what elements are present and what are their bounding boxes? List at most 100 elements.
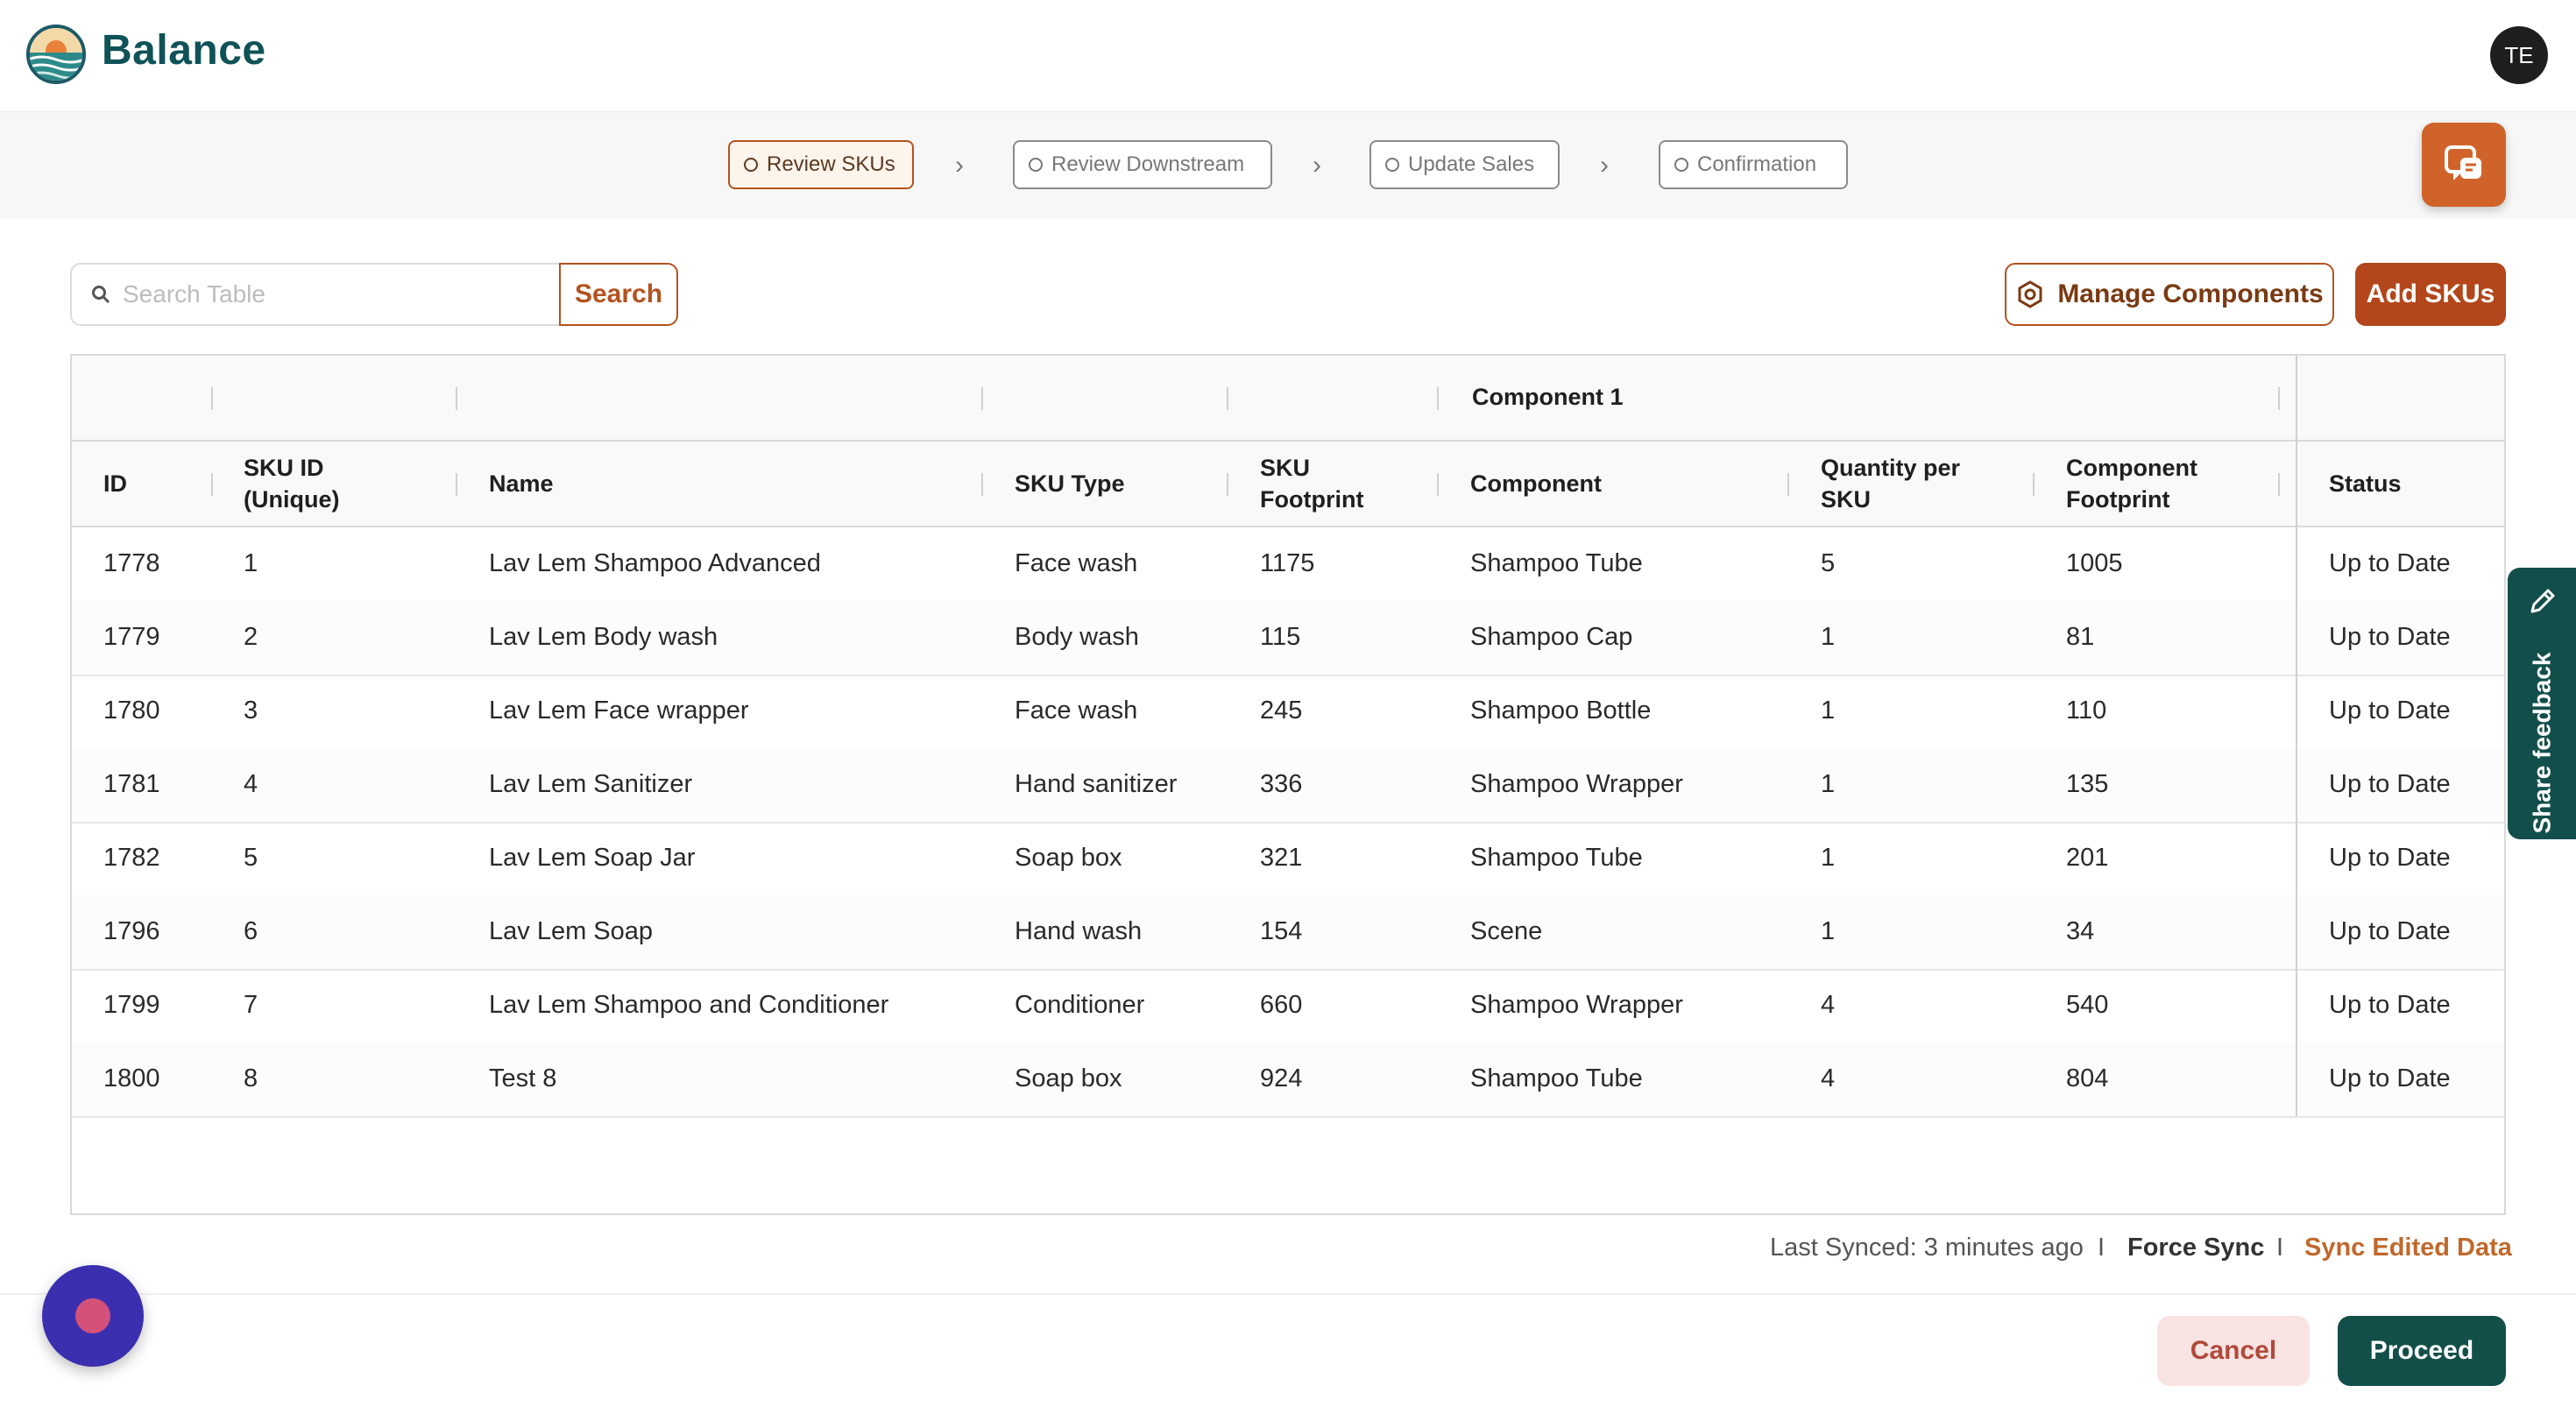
table-row[interactable]: 1799 7 Lav Lem Shampoo and Conditioner Cond… bbox=[72, 969, 2504, 1044]
chat-bubble-icon bbox=[2445, 145, 2481, 180]
cell-component: Shampoo Wrapper bbox=[1470, 991, 1683, 1019]
table-row[interactable]: 1782 5 Lav Lem Soap Jar Soap box 321 Shampoo … bbox=[72, 822, 2504, 897]
column-separator bbox=[1437, 387, 1439, 410]
hexagon-settings-icon bbox=[2018, 280, 2042, 308]
user-avatar[interactable]: TE bbox=[2490, 26, 2548, 84]
col-header-name[interactable]: Name bbox=[489, 468, 554, 499]
step-circle-icon bbox=[1029, 158, 1043, 172]
col-header-id[interactable]: ID bbox=[103, 468, 127, 499]
cell-component-footprint: 804 bbox=[2066, 1064, 2109, 1092]
force-sync-link[interactable]: Force Sync bbox=[2127, 1234, 2264, 1262]
cell-name: Lav Lem Sanitizer bbox=[489, 770, 693, 798]
step-review-skus[interactable]: Review SKUs bbox=[728, 140, 914, 189]
col-header-sku-type[interactable]: SKU Type bbox=[1015, 468, 1125, 499]
cell-name: Lav Lem Shampoo Advanced bbox=[489, 549, 821, 577]
cell-sku-footprint: 245 bbox=[1260, 696, 1303, 725]
cell-sku-id: 3 bbox=[244, 696, 258, 725]
col-header-line: Status bbox=[2329, 470, 2402, 497]
sku-table: Component 1 ID SKU ID (Unique) Name SKU … bbox=[70, 354, 2506, 1215]
col-header-line: ID bbox=[103, 470, 127, 497]
search-icon bbox=[92, 286, 110, 304]
col-header-line: Component bbox=[1470, 470, 1602, 497]
column-separator bbox=[1227, 387, 1228, 410]
cell-name: Lav Lem Soap Jar bbox=[489, 844, 696, 872]
cell-component-footprint: 1005 bbox=[2066, 549, 2123, 577]
table-row[interactable]: 1800 8 Test 8 Soap box 924 Shampoo Tube 4 804 Up… bbox=[72, 1043, 2504, 1118]
add-skus-button[interactable]: Add SKUs bbox=[2355, 263, 2506, 326]
table-row[interactable]: 1778 1 Lav Lem Shampoo Advanced Face wash 11… bbox=[72, 527, 2504, 603]
cell-component: Shampoo Tube bbox=[1470, 1064, 1643, 1092]
table-row[interactable]: 1780 3 Lav Lem Face wrapper Face wash 245 Sha… bbox=[72, 675, 2504, 750]
step-label: Confirmation bbox=[1697, 152, 1817, 176]
table-group-header: Component 1 bbox=[72, 356, 2504, 442]
cell-sku-type: Conditioner bbox=[1015, 991, 1145, 1019]
cell-sku-footprint: 660 bbox=[1260, 991, 1303, 1019]
col-header-status[interactable]: Status bbox=[2329, 468, 2402, 499]
cell-sku-type: Face wash bbox=[1015, 696, 1138, 725]
cell-quantity: 1 bbox=[1821, 844, 1836, 872]
step-circle-icon bbox=[1674, 158, 1688, 172]
cell-name: Lav Lem Body wash bbox=[489, 623, 718, 651]
step-circle-icon bbox=[1385, 158, 1399, 172]
cell-status: Up to Date bbox=[2329, 917, 2451, 945]
search-button[interactable]: Search bbox=[559, 263, 678, 326]
cell-sku-footprint: 321 bbox=[1260, 844, 1303, 872]
step-label: Review SKUs bbox=[767, 152, 895, 176]
step-label: Update Sales bbox=[1408, 152, 1535, 176]
cancel-button[interactable]: Cancel bbox=[2157, 1316, 2310, 1386]
chat-button[interactable] bbox=[2422, 123, 2506, 207]
footer-divider bbox=[0, 1293, 2576, 1295]
cell-sku-type: Body wash bbox=[1015, 623, 1139, 651]
step-update-sales[interactable]: Update Sales bbox=[1369, 140, 1560, 189]
cell-sku-id: 4 bbox=[244, 770, 258, 798]
column-separator bbox=[1227, 473, 1228, 496]
balance-logo[interactable] bbox=[26, 25, 86, 84]
cell-component-footprint: 34 bbox=[2066, 917, 2095, 945]
cell-quantity: 1 bbox=[1821, 917, 1836, 945]
table-row[interactable]: 1781 4 Lav Lem Sanitizer Hand sanitizer 336 S… bbox=[72, 748, 2504, 824]
proceed-button[interactable]: Proceed bbox=[2338, 1316, 2506, 1386]
cell-sku-id: 7 bbox=[244, 991, 258, 1019]
col-header-component[interactable]: Component bbox=[1470, 468, 1602, 499]
column-separator bbox=[2033, 473, 2035, 496]
manage-components-button[interactable]: Manage Components bbox=[2005, 263, 2334, 326]
stepper: Review SKUs › Review Downstream › Update… bbox=[0, 112, 2576, 219]
cell-id: 1778 bbox=[103, 549, 160, 577]
search-input[interactable] bbox=[121, 279, 536, 309]
share-feedback-tab[interactable]: Share feedback bbox=[2508, 568, 2576, 839]
col-header-line: Footprint bbox=[1260, 486, 1364, 513]
col-header-component-footprint[interactable]: Component Footprint bbox=[2066, 452, 2197, 515]
col-header-sku-id[interactable]: SKU ID (Unique) bbox=[244, 452, 339, 515]
cell-status: Up to Date bbox=[2329, 623, 2451, 651]
table-row[interactable]: 1779 2 Lav Lem Body wash Body wash 115 Shampo… bbox=[72, 601, 2504, 676]
cell-id: 1799 bbox=[103, 991, 160, 1019]
column-separator bbox=[456, 387, 457, 410]
cell-status: Up to Date bbox=[2329, 696, 2451, 725]
cell-sku-type: Soap box bbox=[1015, 1064, 1122, 1092]
column-separator bbox=[211, 387, 213, 410]
col-header-quantity[interactable]: Quantity per SKU bbox=[1821, 452, 1960, 515]
cell-quantity: 5 bbox=[1821, 549, 1836, 577]
assistant-bubble[interactable] bbox=[42, 1265, 144, 1367]
column-separator bbox=[2278, 473, 2280, 496]
cell-component: Shampoo Cap bbox=[1470, 623, 1633, 651]
cell-status: Up to Date bbox=[2329, 991, 2451, 1019]
cell-sku-id: 5 bbox=[244, 844, 258, 872]
manage-components-label: Manage Components bbox=[2057, 279, 2324, 308]
table-row[interactable]: 1796 6 Lav Lem Soap Hand wash 154 Scene 1 34 Up … bbox=[72, 895, 2504, 971]
col-header-line: SKU Type bbox=[1015, 470, 1125, 497]
cell-sku-footprint: 336 bbox=[1260, 770, 1303, 798]
last-synced-text: Last Synced: 3 minutes ago bbox=[1770, 1234, 2084, 1262]
separator: I bbox=[2098, 1234, 2105, 1262]
col-header-line: Footprint bbox=[2066, 486, 2170, 513]
cell-status: Up to Date bbox=[2329, 770, 2451, 798]
sync-edited-data-link[interactable]: Sync Edited Data bbox=[2304, 1234, 2512, 1262]
search-box bbox=[70, 263, 561, 326]
col-header-sku-footprint[interactable]: SKU Footprint bbox=[1260, 452, 1363, 515]
step-review-downstream[interactable]: Review Downstream bbox=[1013, 140, 1272, 189]
cell-component-footprint: 135 bbox=[2066, 770, 2109, 798]
step-confirmation[interactable]: Confirmation bbox=[1659, 140, 1848, 189]
column-separator bbox=[211, 473, 213, 496]
cell-quantity: 4 bbox=[1821, 991, 1836, 1019]
cell-status: Up to Date bbox=[2329, 844, 2451, 872]
